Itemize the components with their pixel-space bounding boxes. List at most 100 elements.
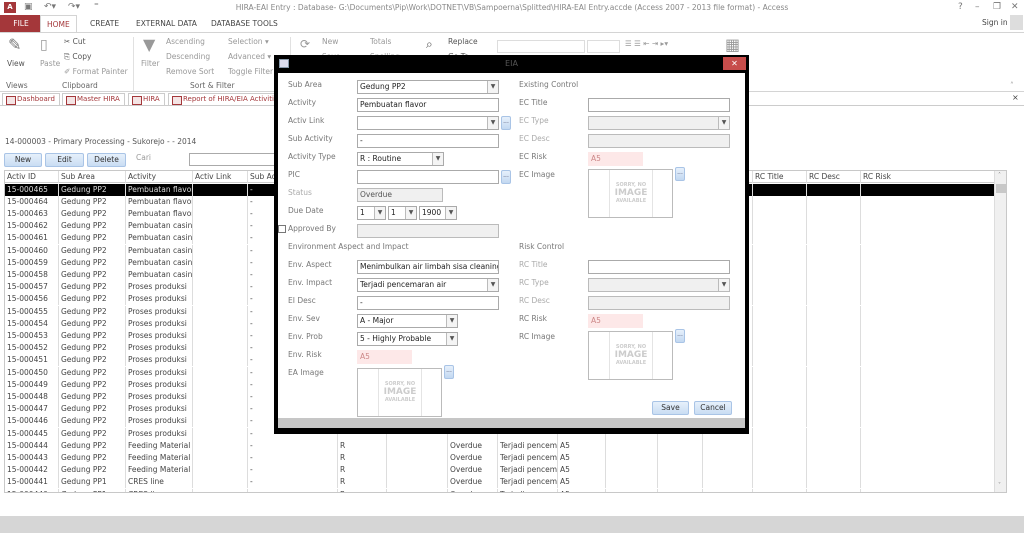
dialog-close-button[interactable]: ✕ xyxy=(723,57,746,70)
collapse-ribbon-icon[interactable]: ˄ xyxy=(1010,81,1014,90)
refresh-icon[interactable]: ⟳ xyxy=(300,37,310,51)
env-impact-select[interactable]: Terjadi pencemaran air ▼ xyxy=(357,278,499,292)
toggle-filter-button[interactable]: Toggle Filter xyxy=(228,67,273,76)
tab-external-data[interactable]: EXTERNAL DATA xyxy=(130,15,203,32)
sub-activity-input[interactable]: - xyxy=(357,134,499,148)
activ-link-browse-button[interactable]: ... xyxy=(501,116,511,130)
list-icons[interactable]: ☰ ☰ ⇤ ⇥ ▸▾ xyxy=(625,39,668,48)
activity-input[interactable]: Pembuatan flavor xyxy=(357,98,499,112)
remove-sort-button[interactable]: Remove Sort xyxy=(166,67,214,76)
chevron-down-icon[interactable]: ▼ xyxy=(487,279,498,291)
tab-database-tools[interactable]: DATABASE TOOLS xyxy=(205,15,284,32)
search-input[interactable] xyxy=(189,153,279,166)
selection-button[interactable]: Selection ▾ xyxy=(228,37,269,46)
vertical-scrollbar[interactable]: ˄ ˅ xyxy=(994,171,1006,492)
sub-area-select[interactable]: Gedung PP2 ▼ xyxy=(357,80,499,94)
table-cell xyxy=(387,488,448,492)
due-year-select[interactable]: 1900 ▼ xyxy=(419,206,457,220)
table-cell: R xyxy=(338,464,387,477)
env-sev-select[interactable]: A - Major ▼ xyxy=(357,314,458,328)
column-header[interactable]: Activity xyxy=(126,171,193,184)
avatar[interactable] xyxy=(1010,15,1023,30)
chevron-down-icon[interactable]: ▼ xyxy=(446,333,457,345)
due-day-select[interactable]: 1 ▼ xyxy=(357,206,386,220)
edit-button[interactable]: Edit xyxy=(45,153,84,167)
theme-icon[interactable]: ▦ xyxy=(725,35,740,54)
cancel-button[interactable]: Cancel xyxy=(694,401,732,415)
doctab-report[interactable]: Report of HIRA/EIA Activities xyxy=(168,93,276,105)
table-cell xyxy=(861,488,995,492)
format-painter-button[interactable]: ✐ Format Painter xyxy=(64,67,128,76)
totals-button[interactable]: Totals xyxy=(370,37,391,46)
chevron-down-icon[interactable]: ▼ xyxy=(487,117,498,129)
doctab-hira[interactable]: HIRA xyxy=(128,93,165,105)
table-row[interactable]: 15-000444 Gedung PP2 Feeding Material - R Ove… xyxy=(5,439,995,452)
activ-link-select[interactable]: ▼ xyxy=(357,116,499,130)
view-button[interactable]: View xyxy=(7,59,25,68)
new-record-button[interactable]: New xyxy=(322,37,338,46)
rc-title-input[interactable] xyxy=(588,260,730,274)
help-button[interactable]: ? xyxy=(958,2,963,12)
activity-type-select[interactable]: R : Routine ▼ xyxy=(357,152,444,166)
chevron-down-icon[interactable]: ▼ xyxy=(432,153,443,165)
table-cell: Gedung PP2 xyxy=(59,342,126,355)
scroll-up-icon[interactable]: ˄ xyxy=(998,172,1001,179)
column-header[interactable]: RC Risk xyxy=(861,171,995,184)
column-header[interactable]: RC Title xyxy=(753,171,807,184)
font-name-select[interactable] xyxy=(497,40,585,53)
ei-desc-input[interactable]: - xyxy=(357,296,499,310)
env-prob-select[interactable]: 5 - Highly Probable ▼ xyxy=(357,332,458,346)
chevron-down-icon[interactable]: ▼ xyxy=(446,315,457,327)
tab-file[interactable]: FILE xyxy=(0,15,42,32)
chevron-down-icon[interactable]: ▼ xyxy=(405,207,416,219)
save-button[interactable]: Save xyxy=(652,401,689,415)
table-row[interactable]: 15-000443 Gedung PP2 Feeding Material - R Ove… xyxy=(5,451,995,465)
pic-input[interactable] xyxy=(357,170,499,184)
ec-title-input[interactable] xyxy=(588,98,730,112)
due-month-select[interactable]: 1 ▼ xyxy=(388,206,417,220)
restore-button[interactable]: ❐ xyxy=(993,2,1001,12)
new-button[interactable]: New xyxy=(4,153,42,167)
table-cell xyxy=(753,195,807,208)
doctab-dashboard[interactable]: Dashboard xyxy=(2,93,60,105)
pic-browse-button[interactable]: ... xyxy=(501,170,511,184)
doctab-master-hira[interactable]: Master HIRA xyxy=(62,93,125,105)
rc-desc-field xyxy=(588,296,730,310)
env-aspect-input[interactable]: Menimbulkan air limbah sisa cleaning xyxy=(357,260,499,274)
copy-button[interactable]: ⎘ Copy xyxy=(64,52,91,62)
ascending-button[interactable]: Ascending xyxy=(166,37,205,46)
column-header[interactable]: RC Desc xyxy=(807,171,861,184)
ec-image-browse-button[interactable]: ... xyxy=(675,167,685,181)
chevron-down-icon[interactable]: ▼ xyxy=(374,207,385,219)
filter-button[interactable]: Filter xyxy=(141,59,160,68)
rc-image-browse-button[interactable]: ... xyxy=(675,329,685,343)
descending-button[interactable]: Descending xyxy=(166,52,210,61)
close-doc-icon[interactable]: × xyxy=(1012,93,1019,102)
column-header[interactable]: Activ Link xyxy=(193,171,248,184)
ea-image-browse-button[interactable]: ... xyxy=(444,365,454,379)
scissors-icon: ✂ xyxy=(64,37,73,46)
tab-create[interactable]: CREATE xyxy=(84,15,125,32)
table-row[interactable]: 15-000440Gedung PP1CRES line -R OverdueTer… xyxy=(5,488,995,492)
paste-button[interactable]: Paste xyxy=(40,59,60,68)
table-row[interactable]: 15-000442 Gedung PP2 Feeding Material - R Ove… xyxy=(5,464,995,477)
scroll-thumb[interactable] xyxy=(996,184,1006,193)
column-header[interactable]: Sub Area xyxy=(59,171,126,184)
sign-in-link[interactable]: Sign in xyxy=(982,18,1008,27)
scroll-down-icon[interactable]: ˅ xyxy=(998,482,1001,489)
delete-button[interactable]: Delete xyxy=(87,153,126,167)
column-header[interactable]: Activ ID xyxy=(5,171,59,184)
font-size-select[interactable] xyxy=(587,40,620,53)
chevron-down-icon[interactable]: ▼ xyxy=(445,207,456,219)
tab-home[interactable]: HOME xyxy=(40,15,77,32)
replace-button[interactable]: Replace xyxy=(448,37,478,46)
approved-checkbox[interactable] xyxy=(278,225,286,233)
cut-button[interactable]: ✂ Cut xyxy=(64,37,86,46)
advanced-button[interactable]: Advanced ▾ xyxy=(228,52,271,61)
find-icon[interactable]: ⌕ xyxy=(426,37,433,52)
close-button[interactable]: ✕ xyxy=(1011,2,1019,12)
table-row[interactable]: 15-000441 Gedung PP1 CRES line - R Overdue Ter… xyxy=(5,476,995,489)
chevron-down-icon[interactable]: ▼ xyxy=(487,81,498,93)
table-cell xyxy=(753,317,807,330)
minimize-button[interactable]: – xyxy=(975,2,980,12)
